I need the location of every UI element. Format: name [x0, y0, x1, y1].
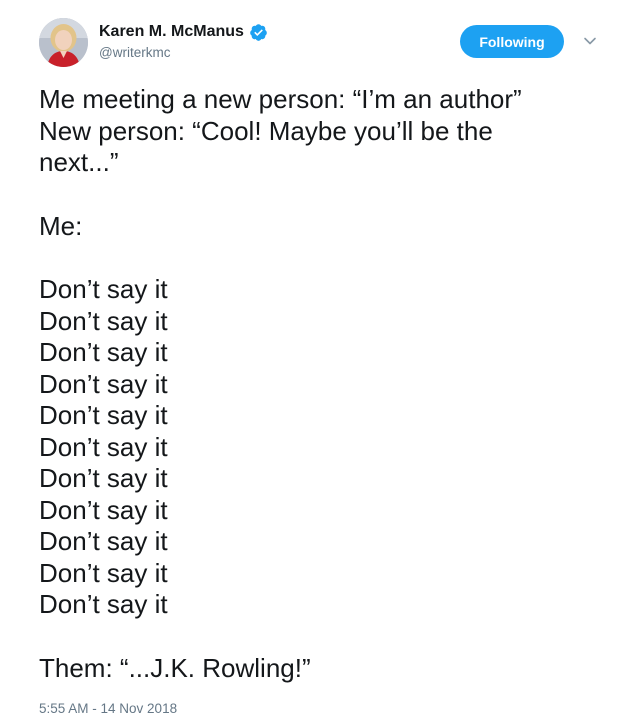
following-button[interactable]: Following: [460, 25, 564, 58]
author-name-row[interactable]: Karen M. McManus: [99, 22, 268, 42]
author-name[interactable]: Karen M. McManus: [99, 22, 244, 42]
tweet-line: Don’t say it: [39, 557, 168, 588]
tweet-line: Don’t say it: [39, 431, 168, 462]
chevron-down-icon[interactable]: [582, 35, 598, 47]
tweet-line: Me:: [39, 210, 83, 241]
verified-badge-icon: [250, 23, 267, 41]
tweet-line: Me meeting a new person: “I’m an author”: [39, 84, 522, 114]
author-avatar-image: [39, 18, 88, 67]
tweet-line: Don’t say it: [39, 589, 168, 619]
tweet-line: Don’t say it: [39, 494, 168, 525]
tweet-line: New person: “Cool! Maybe you’ll be the: [39, 115, 493, 146]
tweet-card: Karen M. McManus @writerkmc Following Me…: [0, 0, 639, 717]
tweet-line: Them: “...J.K. Rowling!”: [39, 652, 311, 683]
tweet-line: Don’t say it: [39, 400, 168, 430]
tweet-line: Don’t say it: [39, 526, 168, 556]
tweet-line: Don’t say it: [39, 274, 168, 304]
author-handle[interactable]: @writerkmc: [99, 45, 170, 61]
tweet-text: Me meeting a new person: “I’m an author”…: [39, 84, 619, 684]
tweet-line: Don’t say it: [39, 368, 168, 399]
avatar[interactable]: [39, 18, 88, 67]
tweet-line: Don’t say it: [39, 463, 168, 493]
tweet-timestamp[interactable]: 5:55 AM - 14 Nov 2018: [39, 701, 177, 717]
tweet-line: Don’t say it: [39, 337, 168, 367]
tweet-line: next...”: [39, 147, 119, 177]
tweet-line: Don’t say it: [39, 305, 168, 336]
